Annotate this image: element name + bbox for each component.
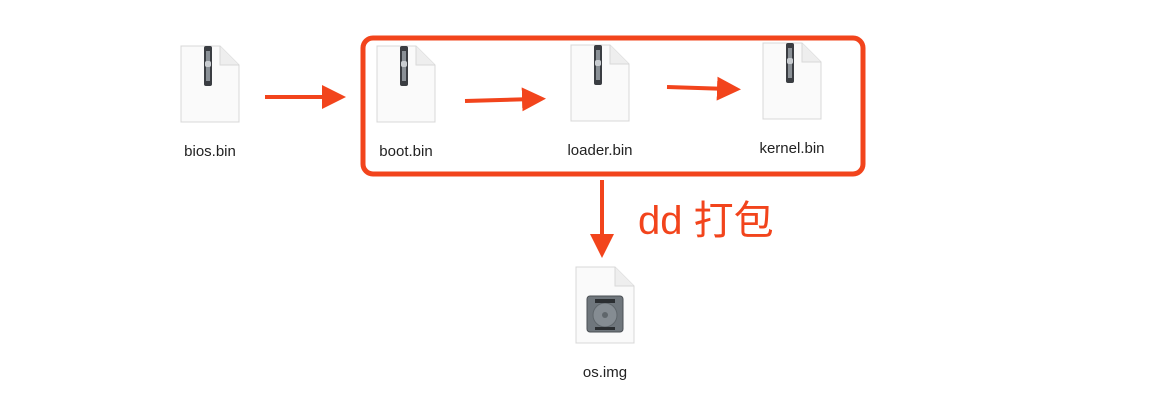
zip-binary-file-icon bbox=[752, 42, 832, 120]
disk-image-file-icon bbox=[565, 266, 645, 344]
file-label: os.img bbox=[582, 364, 628, 381]
file-bios-bin[interactable]: bios.bin bbox=[170, 45, 250, 160]
zip-binary-file-icon bbox=[560, 44, 640, 122]
file-label: loader.bin bbox=[567, 142, 633, 159]
file-label: bios.bin bbox=[184, 143, 236, 160]
file-label: kernel.bin bbox=[759, 140, 825, 157]
file-label: boot.bin bbox=[379, 143, 433, 160]
file-kernel-bin[interactable]: kernel.bin bbox=[752, 42, 832, 157]
zip-binary-file-icon bbox=[366, 45, 446, 123]
dd-pack-annotation: dd 打包 bbox=[638, 199, 774, 243]
file-boot-bin[interactable]: boot.bin bbox=[366, 45, 446, 160]
file-os-img[interactable]: os.img bbox=[565, 266, 645, 381]
file-loader-bin[interactable]: loader.bin bbox=[560, 44, 640, 159]
arrow-boot-to-loader bbox=[464, 87, 546, 112]
zip-binary-file-icon bbox=[170, 45, 250, 123]
arrow-loader-to-kernel bbox=[666, 76, 741, 101]
